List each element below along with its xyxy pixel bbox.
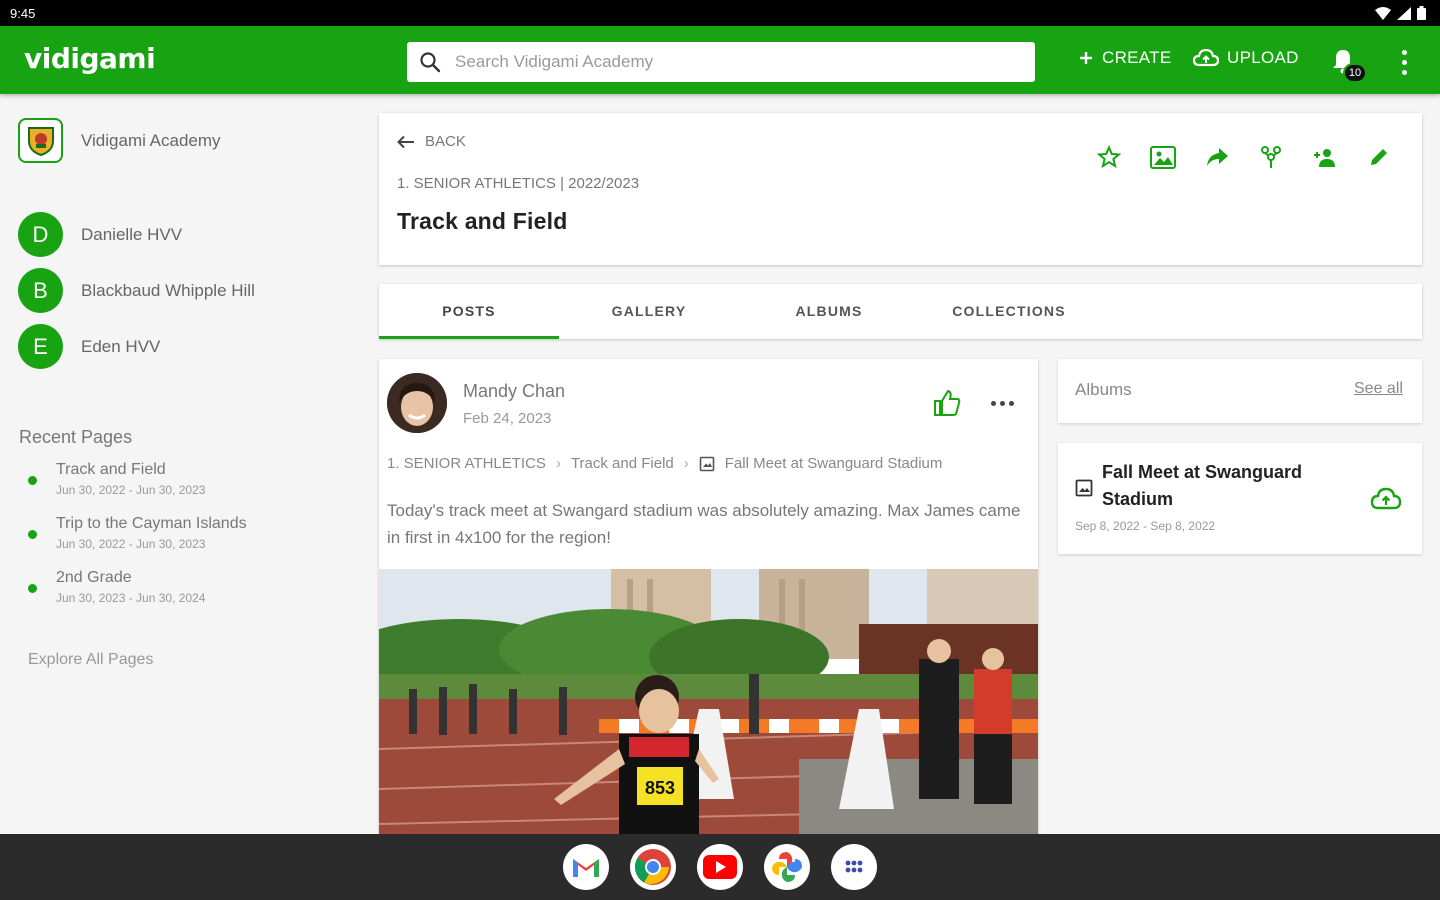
upload-button[interactable]: UPLOAD [1193, 48, 1299, 68]
explore-all-pages-link[interactable]: Explore All Pages [28, 651, 153, 669]
status-bar: 9:45 [0, 0, 1440, 26]
overflow-menu-button[interactable] [1396, 47, 1412, 77]
post-card: Mandy Chan Feb 24, 2023 1. SENIOR ATHLET… [379, 359, 1038, 834]
recent-page-dates: Jun 30, 2023 - Jun 30, 2024 [56, 591, 206, 605]
album-icon [699, 456, 715, 471]
author-avatar[interactable] [387, 373, 447, 433]
battery-icon [1417, 6, 1426, 20]
avatar: B [18, 268, 63, 313]
edit-icon[interactable] [1365, 143, 1393, 171]
create-label: CREATE [1102, 48, 1172, 67]
signal-icon [1397, 6, 1411, 20]
post-path-page[interactable]: Track and Field [571, 455, 674, 472]
page-title: Track and Field [397, 208, 568, 234]
albums-title: Albums [1075, 380, 1132, 399]
page-header-card: BACK 1. SENIOR ATHLETICS | 2022/2023 Tra… [379, 113, 1422, 265]
member-name: Danielle HVV [81, 224, 183, 244]
album-card[interactable]: Fall Meet at Swanguard Stadium Sep 8, 20… [1058, 443, 1422, 554]
album-icon [1075, 479, 1093, 497]
search-bar[interactable] [407, 42, 1035, 82]
album-dates: Sep 8, 2022 - Sep 8, 2022 [1075, 519, 1216, 533]
app-launcher-icon[interactable] [831, 844, 877, 890]
recent-page-dates: Jun 30, 2022 - Jun 30, 2023 [56, 537, 206, 551]
see-all-link[interactable]: See all [1354, 380, 1403, 398]
bib-number: 853 [645, 778, 675, 798]
member-name: Eden HVV [81, 336, 161, 356]
app-bar: vidigami CREATE UPLOAD 10 [0, 26, 1440, 94]
chevron-right-icon: › [683, 455, 689, 472]
member-item[interactable]: D Danielle HVV [18, 212, 182, 257]
chrome-icon[interactable] [630, 844, 676, 890]
recent-page-name: 2nd Grade [56, 569, 132, 586]
notification-badge: 10 [1343, 63, 1367, 83]
post-date: Feb 24, 2023 [463, 410, 552, 427]
status-time: 9:45 [10, 5, 36, 21]
search-input[interactable] [455, 52, 995, 72]
wifi-icon [1375, 6, 1391, 20]
tab-collections[interactable]: COLLECTIONS [919, 284, 1099, 339]
thumbs-up-icon[interactable] [931, 387, 963, 419]
tab-gallery[interactable]: GALLERY [559, 284, 739, 339]
chevron-right-icon: › [555, 455, 561, 472]
post-path-album[interactable]: Fall Meet at Swanguard Stadium [725, 455, 943, 472]
search-icon [420, 52, 441, 73]
photos-icon[interactable] [764, 844, 810, 890]
member-item[interactable]: B Blackbaud Whipple Hill [18, 268, 255, 313]
cloud-upload-icon [1193, 49, 1219, 67]
post-path-category[interactable]: 1. SENIOR ATHLETICS [387, 455, 546, 472]
bullet-dot [28, 476, 37, 485]
star-icon[interactable] [1095, 143, 1123, 171]
breadcrumb[interactable]: 1. SENIOR ATHLETICS | 2022/2023 [397, 175, 639, 192]
album-name: Fall Meet at Swanguard Stadium [1102, 462, 1303, 509]
member-item[interactable]: E Eden HVV [18, 324, 160, 369]
bullet-dot [28, 530, 37, 539]
cloud-upload-icon[interactable] [1370, 487, 1402, 511]
tab-posts[interactable]: POSTS [379, 284, 559, 339]
post-text: Today's track meet at Swangard stadium w… [387, 501, 1021, 547]
recent-page-dates: Jun 30, 2022 - Jun 30, 2023 [56, 483, 206, 497]
sidebar: Vidigami Academy D Danielle HVV B Blackb… [0, 94, 360, 834]
group-icon[interactable] [1257, 143, 1285, 171]
org-item[interactable]: Vidigami Academy [18, 118, 221, 163]
system-dock [0, 834, 1440, 900]
org-crest-icon [18, 118, 63, 163]
arrow-back-icon [397, 135, 414, 148]
recent-page-name: Track and Field [56, 461, 166, 478]
avatar: D [18, 212, 63, 257]
avatar: E [18, 324, 63, 369]
add-person-icon[interactable] [1311, 143, 1339, 171]
post-breadcrumb: 1. SENIOR ATHLETICS › Track and Field › … [387, 455, 942, 472]
create-button[interactable]: CREATE [1078, 48, 1172, 68]
back-label: BACK [425, 133, 466, 150]
youtube-icon[interactable] [697, 844, 743, 890]
org-name: Vidigami Academy [81, 130, 221, 150]
albums-panel-header: Albums See all [1058, 359, 1422, 423]
gmail-icon[interactable] [563, 844, 609, 890]
member-name: Blackbaud Whipple Hill [81, 280, 255, 300]
status-icons [1375, 6, 1426, 20]
post-photo[interactable]: 853 [379, 569, 1038, 834]
upload-label: UPLOAD [1227, 48, 1299, 67]
bullet-dot [28, 584, 37, 593]
content-tabs: POSTS GALLERY ALBUMS COLLECTIONS [379, 284, 1422, 339]
back-button[interactable]: BACK [397, 133, 466, 150]
post-options-button[interactable] [991, 401, 1014, 406]
post-author[interactable]: Mandy Chan [463, 381, 565, 402]
share-icon[interactable] [1203, 143, 1231, 171]
recent-page-name: Trip to the Cayman Islands [56, 515, 247, 532]
photo-frame-icon[interactable] [1149, 143, 1177, 171]
tab-albums[interactable]: ALBUMS [739, 284, 919, 339]
recent-pages-heading: Recent Pages [19, 427, 133, 447]
plus-icon [1080, 52, 1092, 64]
header-actions [1095, 143, 1393, 171]
vidigami-logo[interactable]: vidigami [24, 42, 156, 75]
